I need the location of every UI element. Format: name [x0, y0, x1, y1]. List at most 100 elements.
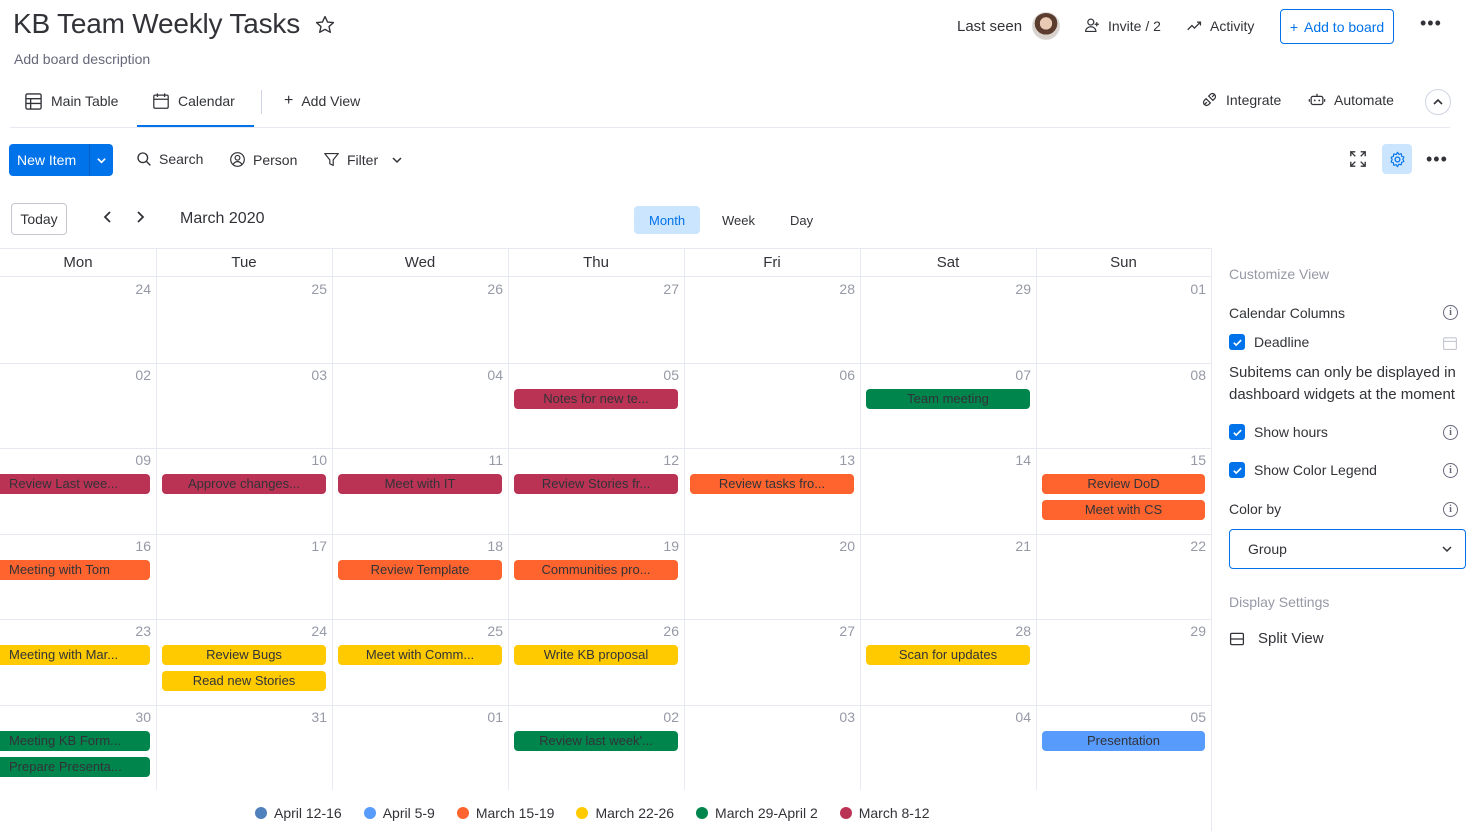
avatar[interactable] [1032, 12, 1060, 40]
calendar-event[interactable]: Meeting with Tom [0, 559, 150, 580]
calendar-event[interactable]: Communities pro... [514, 559, 678, 580]
month-label: March 2020 [180, 210, 265, 227]
search-icon [137, 152, 151, 166]
board-description[interactable]: Add board description [14, 51, 150, 67]
search-label: Search [159, 151, 204, 167]
customize-view-panel: Customize View Calendar Columns i Deadli… [1211, 248, 1471, 831]
day-number: 04 [487, 366, 503, 383]
show-color-legend-label: Show Color Legend [1254, 462, 1377, 478]
calendar-event[interactable]: Meet with CS [1042, 500, 1205, 520]
chevron-down-icon[interactable] [90, 155, 113, 166]
add-to-board-button[interactable]: + Add to board [1280, 9, 1394, 44]
calendar-event[interactable]: Notes for new te... [514, 388, 678, 409]
today-button[interactable]: Today [11, 203, 67, 235]
calendar-event[interactable]: Review Stories fr... [514, 474, 678, 494]
add-view-button[interactable]: + Add View [284, 89, 360, 113]
checkbox-checked-icon[interactable] [1229, 462, 1245, 478]
deadline-checkbox[interactable]: Deadline [1229, 334, 1309, 350]
day-number: 06 [839, 366, 855, 383]
show-hours-checkbox[interactable]: Show hours [1229, 424, 1328, 440]
weekday-header: Sat [860, 249, 1036, 277]
toolbar-more-button[interactable]: ••• [1426, 149, 1448, 170]
calendar-event[interactable]: Review Template [338, 559, 502, 580]
grid-line [332, 249, 333, 790]
grid-line [508, 249, 509, 790]
activity-icon [1187, 21, 1202, 31]
day-number: 23 [135, 623, 151, 639]
day-number: 18 [487, 537, 503, 554]
info-icon[interactable]: i [1443, 502, 1458, 517]
filter-button[interactable]: Filter [323, 151, 403, 168]
calendar-event[interactable]: Approve changes... [162, 474, 326, 494]
day-number: 24 [311, 623, 327, 639]
day-number: 29 [1190, 623, 1206, 639]
weekday-header: Wed [332, 249, 508, 277]
new-item-button[interactable]: New Item [9, 144, 113, 176]
day-number: 03 [839, 708, 855, 725]
day-number: 04 [1015, 708, 1031, 725]
chevron-right-icon[interactable] [133, 209, 147, 225]
more-options-button[interactable]: ••• [1420, 13, 1442, 34]
fullscreen-icon[interactable] [1349, 150, 1367, 168]
info-icon[interactable]: i [1443, 425, 1458, 440]
automate-button[interactable]: Automate [1308, 91, 1394, 109]
day-number: 09 [135, 452, 151, 468]
calendar-event[interactable]: Meet with IT [338, 474, 502, 494]
color-by-select[interactable]: Group [1229, 529, 1466, 569]
calendar-event[interactable]: Read new Stories [162, 671, 326, 691]
mode-week-button[interactable]: Week [707, 206, 770, 234]
grid-line [156, 249, 157, 790]
settings-button[interactable] [1382, 144, 1412, 174]
tab-calendar[interactable]: Calendar [152, 89, 235, 113]
calendar-event[interactable]: Prepare Presenta... [0, 756, 150, 777]
calendar-event[interactable]: Meet with Comm... [338, 645, 502, 665]
info-icon[interactable]: i [1443, 463, 1458, 478]
integrate-button[interactable]: Integrate [1201, 91, 1281, 108]
calendar-event[interactable]: Meeting KB Form... [0, 730, 150, 751]
weekday-header: Tue [156, 249, 332, 277]
integrate-label: Integrate [1226, 91, 1282, 108]
chevron-left-icon[interactable] [101, 209, 115, 225]
integrate-icon [1202, 92, 1217, 107]
plus-icon: + [1289, 18, 1298, 35]
day-number: 22 [1190, 537, 1206, 554]
legend-item: March 8-12 [839, 805, 930, 821]
weekday-header: Sun [1036, 249, 1211, 277]
person-circle-icon [230, 152, 245, 167]
tab-divider [261, 90, 262, 114]
calendar-event[interactable]: Team meeting [866, 388, 1030, 409]
calendar-event[interactable]: Presentation [1042, 730, 1205, 751]
day-number: 24 [135, 281, 151, 297]
search-button[interactable]: Search [136, 151, 203, 167]
split-view-option[interactable]: Split View [1229, 630, 1324, 647]
chevron-down-icon[interactable] [391, 154, 403, 166]
weekday-header: Mon [0, 249, 156, 277]
star-icon[interactable] [314, 14, 336, 36]
calendar-event[interactable]: Scan for updates [866, 645, 1030, 665]
show-color-legend-checkbox[interactable]: Show Color Legend [1229, 462, 1377, 478]
person-filter-button[interactable]: Person [229, 151, 297, 168]
calendar-event[interactable]: Meeting with Mar... [0, 645, 150, 665]
calendar-event[interactable]: Review Last wee... [0, 474, 150, 494]
board-title[interactable]: KB Team Weekly Tasks [13, 8, 300, 40]
last-seen-label: Last seen [957, 18, 1023, 35]
checkbox-checked-icon[interactable] [1229, 424, 1245, 440]
calendar-event[interactable]: Review Bugs [162, 645, 326, 665]
info-icon[interactable]: i [1443, 305, 1458, 320]
activity-button[interactable]: Activity [1186, 17, 1254, 34]
tab-main-table[interactable]: Main Table [24, 89, 118, 113]
mode-month-button[interactable]: Month [634, 206, 701, 234]
calendar-event[interactable]: Review DoD [1042, 474, 1205, 494]
mode-day-button[interactable]: Day [775, 206, 828, 234]
calendar-event[interactable]: Review tasks fro... [690, 474, 854, 494]
collapse-header-button[interactable] [1425, 89, 1451, 115]
calendar-icon [153, 93, 169, 109]
invite-button[interactable]: Invite / 2 [1084, 17, 1161, 34]
day-number: 16 [135, 537, 151, 554]
calendar-event[interactable]: Review last week'... [514, 730, 678, 751]
checkbox-checked-icon[interactable] [1229, 334, 1245, 350]
tab-label: Main Table [51, 93, 119, 109]
day-number: 30 [135, 708, 151, 725]
new-item-label: New Item [17, 152, 77, 168]
calendar-event[interactable]: Write KB proposal [514, 645, 678, 665]
